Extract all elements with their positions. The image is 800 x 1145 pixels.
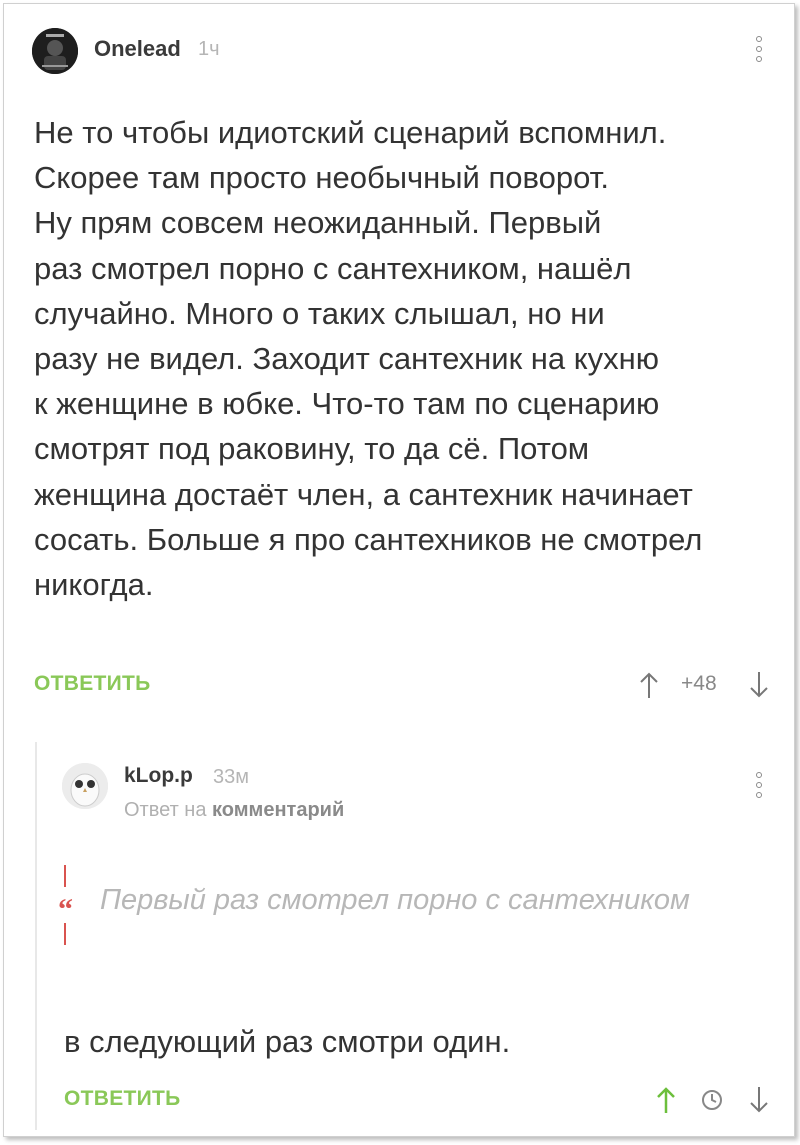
downvote-icon[interactable] [748,1085,770,1115]
upvote-icon[interactable] [655,1085,677,1115]
comment-line: сосать. Больше я про сантехников не смот… [34,521,703,557]
reply-to-prefix: Ответ на [124,799,207,821]
comment-line: раз смотрел порно с сантехником, нашёл [34,250,632,286]
comment-line: Не то чтобы идиотский сценарий вспомнил. [34,115,667,150]
reply-to-label[interactable]: Ответ на комментарий [124,799,344,822]
downvote-icon[interactable] [748,670,770,700]
reply-to-target[interactable]: комментарий [212,799,344,821]
reply-body: в следующий раз смотри один. [64,1024,511,1059]
comment-body: Не то чтобы идиотский сценарий вспомнил.… [34,110,774,607]
rating-count: +48 [681,672,717,695]
reply-button[interactable]: ОТВЕТИТЬ [34,672,151,696]
author-avatar[interactable] [32,28,78,74]
comment-line: разу не видел. Заходит сантехник на кухн… [34,341,660,377]
quote-bar-bottom [64,923,66,945]
more-vertical-icon[interactable] [754,770,764,800]
comment-line: смотрят под раковину, то да сё. Потом [34,431,590,467]
comment-line: случайно. Много о таких слышал, но ни [34,295,605,331]
reply-time: 33м [213,766,249,788]
reply-author-avatar[interactable] [62,763,108,809]
quote-text: Первый раз смотрел порно с сантехником [100,884,690,916]
author-name[interactable]: Onelead [94,36,181,62]
quote-bar-top [64,865,66,887]
comment-time: 1ч [198,38,220,60]
quote-icon: “ [58,893,73,926]
thread-line[interactable] [35,742,37,1130]
clock-icon [702,1090,722,1110]
comment-line: никогда. [34,567,154,603]
reply-author-name[interactable]: kLop.p [124,764,193,788]
comment-line: Скорее там просто необычный поворот. [34,160,610,196]
more-vertical-icon[interactable] [754,34,764,64]
reply-button[interactable]: ОТВЕТИТЬ [64,1087,181,1111]
comment-line: Ну прям совсем неожиданный. Первый [34,205,602,241]
upvote-icon[interactable] [638,670,660,700]
comment-line: женщина достаёт член, а сантехник начина… [34,476,693,512]
comment-line: к женщине в юбке. Что-то там по сценарию [34,386,660,422]
